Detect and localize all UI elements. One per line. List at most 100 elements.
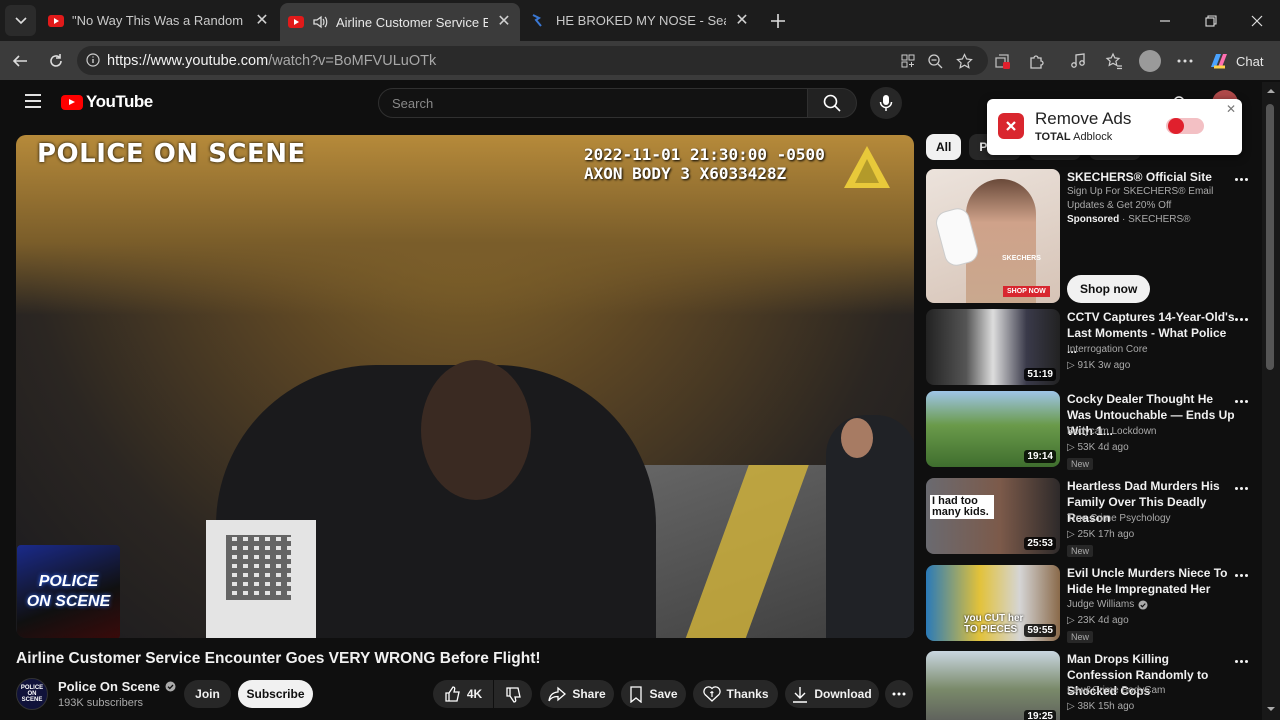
zoom-button[interactable] bbox=[920, 46, 950, 76]
video-thumbnail[interactable]: I had too many kids. 25:53 bbox=[926, 478, 1060, 554]
search-button[interactable] bbox=[807, 88, 857, 118]
tab-title: "No Way This Was a Random Traffic bbox=[72, 13, 246, 28]
browser-toolbar: https://www.youtube.com/watch?v=BoMFVULu… bbox=[0, 41, 1280, 80]
more-vertical-icon[interactable] bbox=[1234, 568, 1248, 582]
favorites-star-list-icon bbox=[1105, 52, 1122, 70]
download-button[interactable]: Download bbox=[785, 680, 879, 708]
recommended-video[interactable]: 19:25 Man Drops Killing Confession Rando… bbox=[926, 651, 1256, 720]
more-vertical-icon[interactable] bbox=[1234, 172, 1248, 186]
minimize-window-button[interactable] bbox=[1151, 7, 1179, 35]
arrow-left-icon bbox=[12, 55, 27, 67]
browser-tab-1[interactable]: "No Way This Was a Random Traffic ✕ bbox=[40, 4, 278, 37]
sponsored-ad-card[interactable]: SKECHERS SHOP NOW SKECHERS® Official Sit… bbox=[926, 169, 1256, 303]
chevron-down-icon bbox=[14, 16, 27, 24]
video-stats: ▷ 25K 17h ago bbox=[1067, 529, 1135, 540]
profile-button[interactable] bbox=[1135, 46, 1165, 76]
browser-tab-2[interactable]: Airline Customer Service Encounter ✕ bbox=[280, 3, 520, 41]
settings-more-button[interactable] bbox=[1170, 46, 1200, 76]
info-lock-icon[interactable] bbox=[86, 53, 100, 67]
more-vertical-icon[interactable] bbox=[1234, 654, 1248, 668]
video-channel[interactable]: Judge Williams bbox=[1067, 599, 1148, 610]
search-icon bbox=[823, 94, 841, 112]
video-channel[interactable]: True Crime Psychology bbox=[1067, 513, 1171, 524]
more-vertical-icon[interactable] bbox=[1234, 481, 1248, 495]
shop-now-button[interactable]: Shop now bbox=[1067, 275, 1151, 303]
more-vertical-icon[interactable] bbox=[1234, 394, 1248, 408]
video-duration: 19:25 bbox=[1024, 710, 1056, 720]
back-button[interactable] bbox=[5, 46, 35, 76]
scrollbar-thumb[interactable] bbox=[1266, 104, 1274, 370]
channel-name: Police On Scene bbox=[58, 679, 160, 694]
scroll-up-arrow-icon[interactable] bbox=[1262, 84, 1280, 98]
video-duration: 25:53 bbox=[1024, 537, 1056, 550]
video-title[interactable]: Evil Uncle Murders Niece To Hide He Impr… bbox=[1067, 565, 1237, 597]
more-vertical-icon[interactable] bbox=[1234, 312, 1248, 326]
video-scene-person-head bbox=[421, 360, 531, 500]
chip-all[interactable]: All bbox=[926, 134, 962, 160]
extension-adblock-button[interactable] bbox=[987, 46, 1017, 76]
microphone-icon bbox=[879, 95, 893, 111]
video-thumbnail[interactable]: 19:14 bbox=[926, 391, 1060, 467]
close-icon[interactable]: ✕ bbox=[496, 14, 512, 30]
recommended-video[interactable]: I had too many kids. 25:53 Heartless Dad… bbox=[926, 478, 1256, 558]
more-actions-button[interactable] bbox=[885, 680, 913, 708]
verified-check-icon bbox=[1138, 599, 1148, 610]
subscribe-button[interactable]: Subscribe bbox=[238, 680, 313, 708]
like-button[interactable]: 4K bbox=[433, 680, 493, 708]
extensions-button[interactable] bbox=[1021, 46, 1051, 76]
media-control-button[interactable] bbox=[1063, 46, 1093, 76]
close-window-button[interactable] bbox=[1243, 7, 1271, 35]
favorites-button[interactable] bbox=[1099, 46, 1129, 76]
video-thumbnail[interactable]: 51:19 bbox=[926, 309, 1060, 385]
close-icon[interactable]: ✕ bbox=[1226, 102, 1236, 116]
new-tab-button[interactable] bbox=[764, 7, 792, 35]
super-thanks-icon bbox=[702, 686, 721, 702]
recommended-video[interactable]: 51:19 CCTV Captures 14-Year-Old's Last M… bbox=[926, 309, 1256, 389]
share-button[interactable]: Share bbox=[540, 680, 614, 708]
browser-tab-3[interactable]: HE BROKED MY NOSE - Search ✕ bbox=[522, 4, 758, 37]
video-thumbnail[interactable]: you CUT her TO PIECES 59:55 bbox=[926, 565, 1060, 641]
guide-menu-button[interactable] bbox=[24, 94, 42, 112]
refresh-button[interactable] bbox=[41, 46, 71, 76]
new-badge: New bbox=[1067, 631, 1094, 643]
watermark-line1: POLICE bbox=[38, 573, 99, 590]
video-channel[interactable]: Law&Crime BodyCam bbox=[1067, 685, 1165, 696]
app-grid-icon bbox=[901, 54, 915, 68]
channel-name-link[interactable]: Police On Scene bbox=[58, 679, 176, 694]
join-button[interactable]: Join bbox=[184, 680, 231, 708]
ad-thumbnail[interactable]: SKECHERS SHOP NOW bbox=[926, 169, 1060, 303]
dislike-button[interactable] bbox=[494, 680, 532, 708]
video-player[interactable]: POLICE ON SCENE 2022-11-01 21:30:00 -050… bbox=[16, 135, 914, 638]
more-horizontal-icon bbox=[892, 692, 906, 696]
page-scrollbar[interactable] bbox=[1262, 82, 1280, 720]
save-button[interactable]: Save bbox=[621, 680, 686, 708]
plus-icon bbox=[771, 14, 785, 28]
channel-watermark[interactable]: POLICE ON SCENE bbox=[17, 545, 120, 638]
remove-ads-toggle[interactable] bbox=[1166, 118, 1204, 134]
address-bar[interactable]: https://www.youtube.com/watch?v=BoMFVULu… bbox=[77, 46, 988, 75]
voice-search-button[interactable] bbox=[870, 87, 902, 119]
speaker-icon[interactable] bbox=[312, 15, 328, 29]
thanks-button[interactable]: Thanks bbox=[693, 680, 778, 708]
recommended-video[interactable]: 19:14 Cocky Dealer Thought He Was Untouc… bbox=[926, 391, 1256, 471]
adblock-title: Remove Ads bbox=[1035, 109, 1132, 128]
video-thumbnail[interactable]: 19:25 bbox=[926, 651, 1060, 720]
adblock-brand-rest: Adblock bbox=[1070, 131, 1113, 143]
subscriber-count: 193K subscribers bbox=[58, 697, 143, 709]
close-icon[interactable]: ✕ bbox=[254, 12, 270, 29]
channel-avatar[interactable]: POLICE ON SCENE bbox=[16, 678, 48, 710]
scroll-down-arrow-icon[interactable] bbox=[1262, 702, 1280, 716]
video-channel[interactable]: Interrogation Core bbox=[1067, 344, 1148, 355]
copilot-chat-button[interactable]: Chat bbox=[1208, 47, 1272, 75]
ad-title[interactable]: SKECHERS® Official Site bbox=[1067, 170, 1212, 184]
youtube-logo[interactable]: YouTube bbox=[61, 92, 153, 112]
search-input[interactable]: Search bbox=[378, 88, 808, 118]
close-icon[interactable]: ✕ bbox=[734, 12, 750, 29]
app-available-button[interactable] bbox=[893, 46, 923, 76]
restore-window-button[interactable] bbox=[1197, 7, 1225, 35]
tab-actions-menu-button[interactable] bbox=[5, 5, 36, 36]
video-stats: ▷ 91K 3w ago bbox=[1067, 360, 1131, 371]
favorite-button[interactable] bbox=[949, 46, 979, 76]
recommended-video[interactable]: you CUT her TO PIECES 59:55 Evil Uncle M… bbox=[926, 565, 1256, 645]
video-channel[interactable]: Bodycam Lockdown bbox=[1067, 426, 1157, 437]
